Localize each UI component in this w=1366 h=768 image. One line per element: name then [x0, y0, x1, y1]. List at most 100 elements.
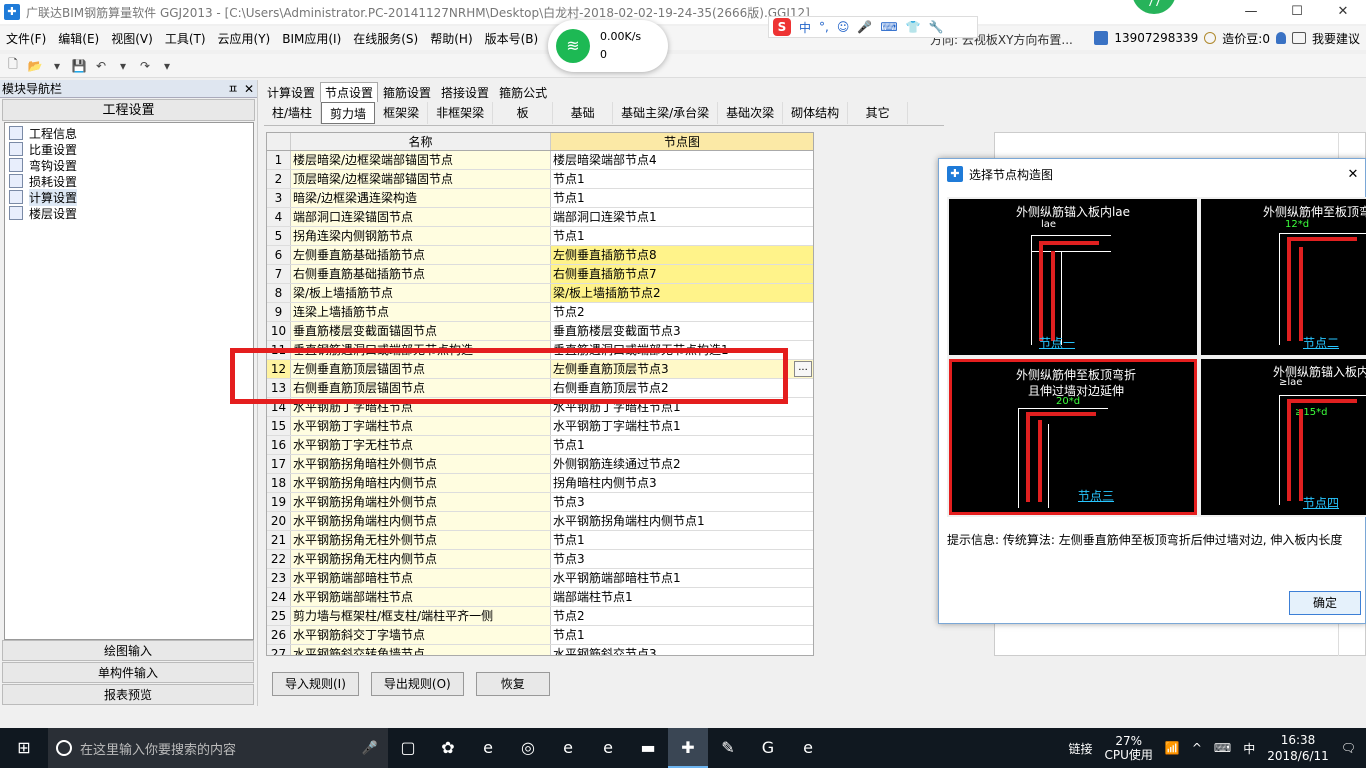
node-thumb-4[interactable]: 外侧纵筋锚入板内 ≥lae ≥15*d 节点四 — [1201, 359, 1366, 515]
bell-icon[interactable] — [1275, 32, 1286, 44]
table-row[interactable]: 10 垂直筋楼层变截面锚固节点 垂直筋楼层变截面节点3 — [267, 322, 813, 341]
row-node-value[interactable]: 水平钢筋拐角端柱内侧节点1 — [551, 512, 813, 530]
keyboard-icon[interactable]: ⌨ — [880, 20, 897, 34]
redo-icon[interactable]: ↷ — [136, 57, 154, 75]
tree-item-weight[interactable]: 比重设置 — [5, 141, 253, 157]
row-node-value[interactable]: 节点1 — [551, 189, 813, 207]
table-row[interactable]: 5 拐角连梁内侧钢筋节点 节点1 — [267, 227, 813, 246]
section-project-settings[interactable]: 工程设置 — [2, 99, 255, 121]
emoji-icon[interactable]: ☺ — [837, 20, 850, 34]
table-row[interactable]: 8 梁/板上墙插筋节点 梁/板上墙插筋节点2 — [267, 284, 813, 303]
row-node-value[interactable]: 节点1 — [551, 170, 813, 188]
row-node-value[interactable]: 端部洞口连梁节点1 — [551, 208, 813, 226]
wifi-tray-icon[interactable]: 📶 — [1165, 741, 1180, 755]
file-explorer-icon[interactable]: ▬ — [628, 728, 668, 768]
row-node-value[interactable]: 楼层暗梁端部节点4 — [551, 151, 813, 169]
menu-help[interactable]: 帮助(H) — [424, 30, 478, 47]
chevron-up-icon[interactable]: ^ — [1192, 741, 1202, 755]
tab-node-settings[interactable]: 节点设置 — [320, 82, 379, 102]
menu-online[interactable]: 在线服务(S) — [347, 30, 424, 47]
minimize-button[interactable]: — — [1228, 0, 1274, 24]
maximize-button[interactable]: ☐ — [1274, 0, 1320, 24]
pin-icon[interactable]: ㅍ — [225, 80, 241, 97]
table-row[interactable]: 23 水平钢筋端部暗柱节点 水平钢筋端部暗柱节点1 — [267, 569, 813, 588]
row-node-value[interactable]: 外侧钢筋连续通过节点2 — [551, 455, 813, 473]
row-node-value[interactable]: 端部端柱节点1 — [551, 588, 813, 606]
table-row[interactable]: 21 水平钢筋拐角无柱外侧节点 节点1 — [267, 531, 813, 550]
dropdown-icon[interactable]: ▾ — [158, 57, 176, 75]
row-node-value[interactable]: 左侧垂直插筋节点8 — [551, 246, 813, 264]
row-node-value[interactable]: 节点1 — [551, 626, 813, 644]
link-label[interactable]: 链接 — [1068, 740, 1092, 757]
table-row[interactable]: 6 左侧垂直筋基础插筋节点 左侧垂直插筋节点8 — [267, 246, 813, 265]
table-row[interactable]: 24 水平钢筋端部端柱节点 端部端柱节点1 — [267, 588, 813, 607]
menu-tools[interactable]: 工具(T) — [159, 30, 212, 47]
subtab-frame-beam[interactable]: 框架梁 — [375, 102, 429, 124]
clock[interactable]: 16:38 2018/6/11 — [1267, 732, 1329, 764]
subtab-secondary-beam[interactable]: 基础次梁 — [718, 102, 784, 124]
row-node-value[interactable]: 节点3 — [551, 493, 813, 511]
undo-icon[interactable]: ↶ — [92, 57, 110, 75]
wrench-icon[interactable]: 🔧 — [929, 20, 944, 34]
new-file-icon[interactable]: 🗋 — [4, 57, 22, 75]
table-row[interactable]: 4 端部洞口连梁锚固节点 端部洞口连梁节点1 — [267, 208, 813, 227]
user-icon[interactable] — [1094, 31, 1109, 45]
row-node-value[interactable]: 水平钢筋丁字端柱节点1 — [551, 417, 813, 435]
node-picker-button[interactable]: ... — [794, 361, 812, 377]
cpu-usage[interactable]: 27% CPU使用 — [1104, 734, 1152, 762]
subtab-masonry[interactable]: 砌体结构 — [783, 102, 849, 124]
language-indicator[interactable]: 中 — [1243, 740, 1255, 757]
dialog-close-button[interactable]: ✕ — [1341, 167, 1365, 182]
section-report-preview[interactable]: 报表预览 — [2, 684, 254, 705]
node-1-link[interactable]: 节点一 — [1039, 334, 1075, 351]
node-thumb-2[interactable]: 外侧纵筋伸至板顶弯 12*d 节点二 — [1201, 199, 1366, 355]
node-2-link[interactable]: 节点二 — [1303, 334, 1339, 351]
subtab-foundation-beam[interactable]: 基础主梁/承台梁 — [613, 102, 719, 124]
green-browser-icon[interactable]: e — [788, 728, 828, 768]
menu-version[interactable]: 版本号(B) — [479, 30, 545, 47]
subtab-other[interactable]: 其它 — [848, 102, 909, 124]
table-row[interactable]: 1 楼层暗梁/边框梁端部锚固节点 楼层暗梁端部节点4 — [267, 151, 813, 170]
row-node-value[interactable]: 拐角暗柱内侧节点3 — [551, 474, 813, 492]
panel-close-icon[interactable]: ✕ — [241, 82, 257, 96]
ie-blue-icon[interactable]: e — [588, 728, 628, 768]
table-row[interactable]: 7 右侧垂直筋基础插筋节点 右侧垂直插筋节点7 — [267, 265, 813, 284]
table-row[interactable]: 26 水平钢筋斜交丁字墙节点 节点1 — [267, 626, 813, 645]
node-4-link[interactable]: 节点四 — [1303, 494, 1339, 511]
suggest-link[interactable]: 我要建议 — [1312, 30, 1360, 47]
microphone-icon[interactable]: 🎤 — [857, 20, 872, 34]
ok-button[interactable]: 确定 — [1289, 591, 1361, 615]
restore-button[interactable]: 恢复 — [475, 672, 550, 696]
row-node-value[interactable]: 节点1 — [551, 436, 813, 454]
menu-bim[interactable]: BIM应用(I) — [276, 30, 347, 47]
table-row[interactable]: 19 水平钢筋拐角端柱外侧节点 节点3 — [267, 493, 813, 512]
notification-icon[interactable]: 🗨 — [1341, 741, 1356, 755]
row-node-value[interactable]: 梁/板上墙插筋节点2 — [551, 284, 813, 302]
tree-item-floor[interactable]: 楼层设置 — [5, 205, 253, 221]
notes-app-icon[interactable]: ✎ — [708, 728, 748, 768]
subtab-slab[interactable]: 板 — [493, 102, 554, 124]
tab-stirrup-settings[interactable]: 箍筋设置 — [378, 82, 436, 102]
ime-chinese-toggle[interactable]: 中 — [799, 19, 811, 36]
glodon-app-icon[interactable]: ✚ — [668, 728, 708, 768]
table-row[interactable]: 27 水平钢筋斜交转角墙节点 水平钢筋斜交节点3 — [267, 645, 813, 655]
row-node-value[interactable]: 水平钢筋端部暗柱节点1 — [551, 569, 813, 587]
task-view-icon[interactable]: ▢ — [388, 728, 428, 768]
table-row[interactable]: 15 水平钢筋丁字端柱节点 水平钢筋丁字端柱节点1 — [267, 417, 813, 436]
subtab-shear-wall[interactable]: 剪力墙 — [321, 102, 376, 124]
subtab-nonframe-beam[interactable]: 非框架梁 — [428, 102, 494, 124]
coin-balance[interactable]: 造价豆:0 — [1222, 30, 1270, 47]
table-row[interactable]: 2 顶层暗梁/边框梁端部锚固节点 节点1 — [267, 170, 813, 189]
microphone-icon[interactable]: 🎤 — [362, 741, 378, 756]
table-row[interactable]: 20 水平钢筋拐角端柱内侧节点 水平钢筋拐角端柱内侧节点1 — [267, 512, 813, 531]
windows-start-icon[interactable]: ⊞ — [0, 728, 48, 768]
fan-app-icon[interactable]: ✿ — [428, 728, 468, 768]
tree-item-calc[interactable]: 计算设置 — [5, 188, 253, 206]
row-node-value[interactable]: 垂直筋楼层变截面节点3 — [551, 322, 813, 340]
row-node-value[interactable]: 节点2 — [551, 607, 813, 625]
menu-view[interactable]: 视图(V) — [105, 30, 159, 47]
table-row[interactable]: 3 暗梁/边框梁遇连梁构造 节点1 — [267, 189, 813, 208]
subtab-foundation[interactable]: 基础 — [553, 102, 614, 124]
g-app-icon[interactable]: G — [748, 728, 788, 768]
dropdown-icon[interactable]: ▾ — [114, 57, 132, 75]
